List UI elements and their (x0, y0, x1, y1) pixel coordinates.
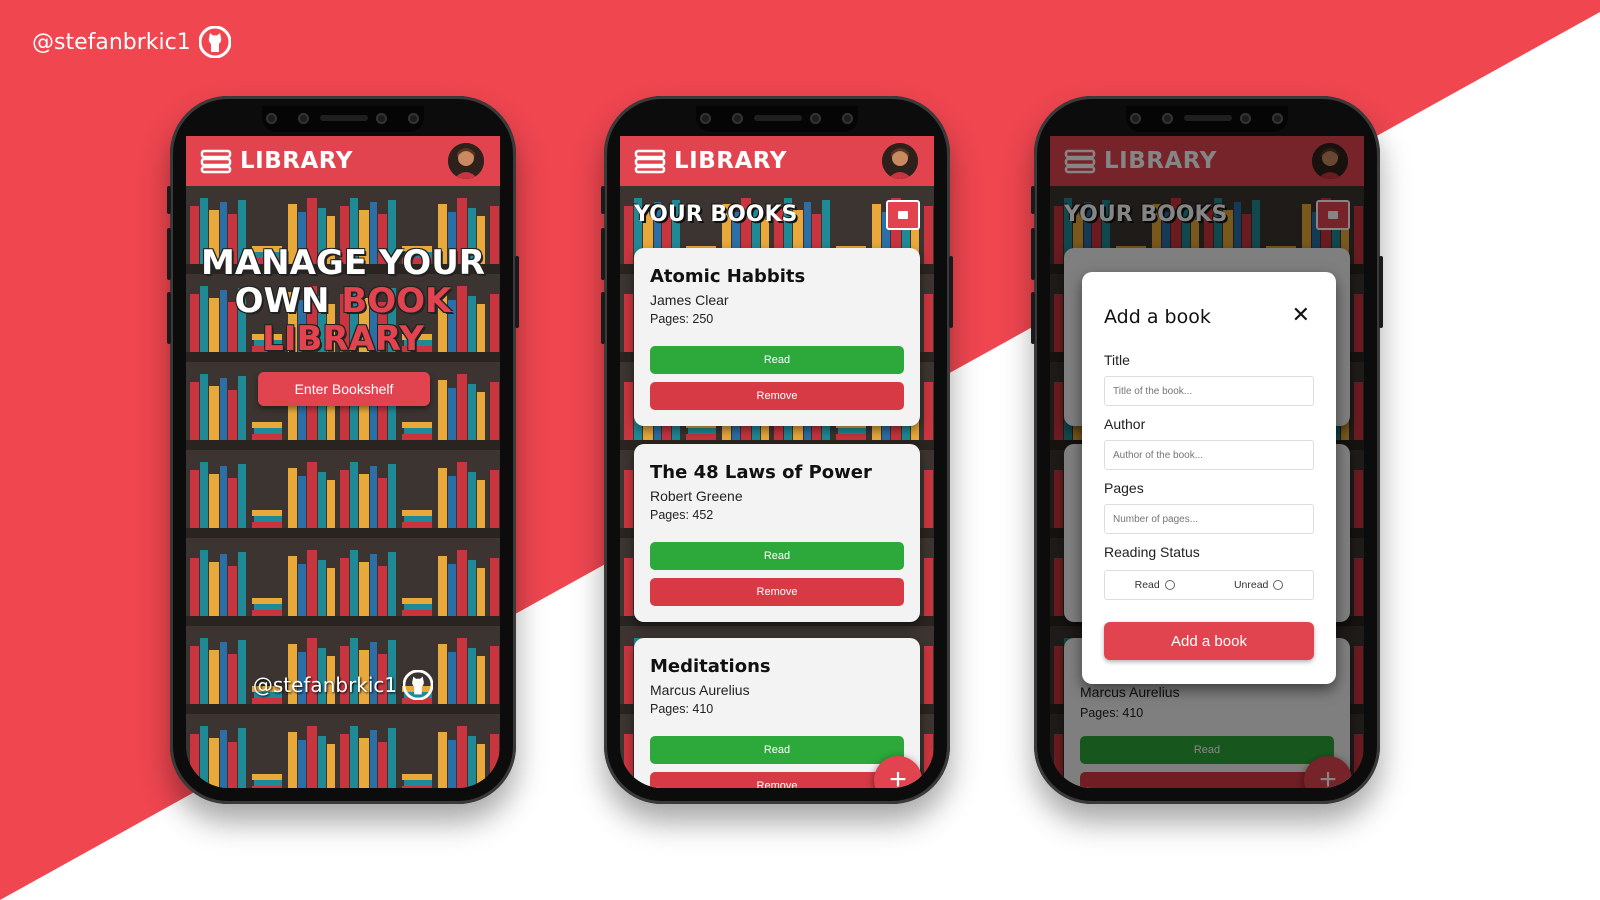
screen-author-handle[interactable]: @stefanbrkic1 (186, 670, 500, 700)
author-handle-text: @stefanbrkic1 (32, 29, 191, 55)
author-label: Author (1104, 416, 1146, 432)
front-sensor (810, 113, 821, 124)
book-card: Meditations Marcus Aurelius Pages: 410 R… (634, 638, 920, 788)
earpiece-speaker (754, 115, 802, 121)
book-icon-button[interactable] (886, 200, 920, 230)
author-handle: @stefanbrkic1 (32, 26, 231, 58)
add-book-modal: Add a book ✕ Title Author Pages Reading … (1082, 272, 1336, 684)
front-camera (732, 113, 743, 124)
volume-up-button (1031, 228, 1035, 280)
front-sensor (266, 113, 277, 124)
hero-line-2a: OWN (234, 281, 330, 321)
github-icon (403, 670, 434, 700)
app-logo[interactable]: LIBRARY (634, 148, 787, 174)
app-header: LIBRARY (620, 136, 934, 186)
front-sensor (1130, 113, 1141, 124)
volume-up-button (601, 228, 605, 280)
remove-button[interactable]: Remove (650, 578, 904, 606)
github-icon (198, 26, 231, 58)
reading-status-label: Reading Status (1104, 544, 1200, 560)
earpiece-speaker (320, 115, 368, 121)
unread-radio[interactable] (1273, 580, 1284, 591)
volume-up-button (167, 228, 171, 280)
book-pages: Pages: 250 (650, 312, 714, 326)
hero-line-2b: BOOK (341, 281, 452, 321)
book-pages: Pages: 410 (650, 702, 714, 716)
remove-button[interactable]: Remove (650, 382, 904, 410)
read-button[interactable]: Read (650, 736, 904, 764)
hero-line-2: OWN BOOK (186, 282, 500, 320)
status-read-option[interactable]: Read (1135, 579, 1175, 591)
books-stack-icon (200, 149, 232, 174)
close-icon[interactable]: ✕ (1292, 302, 1310, 328)
pages-input[interactable] (1104, 504, 1314, 534)
title-label: Title (1104, 352, 1130, 368)
app-logo-text: LIBRARY (240, 148, 353, 174)
hero-title: MANAGE YOUR OWN BOOK LIBRARY (186, 244, 500, 358)
phone-bookshelf: LIBRARY YOUR BOOKS Atomic Habbits James … (601, 96, 953, 804)
book-icon (898, 211, 908, 219)
screen-landing: LIBRARY MANAGE YOUR OWN BOOK LIBRARY Ent… (186, 136, 500, 788)
modal-title: Add a book (1104, 306, 1211, 328)
add-book-submit-button[interactable]: Add a book (1104, 622, 1314, 660)
front-sensor (842, 113, 853, 124)
avatar[interactable] (448, 143, 484, 179)
front-camera (1162, 113, 1173, 124)
enter-bookshelf-button[interactable]: Enter Bookshelf (258, 372, 430, 406)
read-radio[interactable] (1164, 580, 1175, 591)
mute-switch (601, 186, 605, 214)
front-sensor (1272, 113, 1283, 124)
book-title: Atomic Habbits (650, 266, 806, 287)
title-input[interactable] (1104, 376, 1314, 406)
book-author: Marcus Aurelius (650, 682, 750, 698)
screen-handle-text: @stefanbrkic1 (252, 673, 398, 697)
power-button (949, 256, 953, 328)
power-button (515, 256, 519, 328)
screen-add-book: LIBRARY YOUR BOOKS Marcus Aurelius Pages… (1050, 136, 1364, 788)
front-sensor (408, 113, 419, 124)
avatar-image (882, 143, 918, 179)
front-sensor (376, 113, 387, 124)
plus-icon: + (889, 763, 907, 788)
section-title: YOUR BOOKS (634, 202, 798, 227)
book-title: The 48 Laws of Power (650, 462, 872, 483)
app-logo[interactable]: LIBRARY (200, 148, 353, 174)
remove-button[interactable]: Remove (650, 772, 904, 788)
volume-down-button (601, 292, 605, 344)
app-header: LIBRARY (186, 136, 500, 186)
books-stack-icon (634, 149, 666, 174)
read-button[interactable]: Read (650, 346, 904, 374)
book-card: Atomic Habbits James Clear Pages: 250 Re… (634, 248, 920, 426)
phone-landing: LIBRARY MANAGE YOUR OWN BOOK LIBRARY Ent… (167, 96, 519, 804)
hero-line-1: MANAGE YOUR (201, 243, 485, 283)
front-sensor (1240, 113, 1251, 124)
app-logo-text: LIBRARY (674, 148, 787, 174)
phone-add-book: LIBRARY YOUR BOOKS Marcus Aurelius Pages… (1031, 96, 1383, 804)
front-camera (298, 113, 309, 124)
book-title: Meditations (650, 656, 771, 677)
status-read-label: Read (1134, 579, 1160, 591)
volume-down-button (167, 292, 171, 344)
status-unread-option[interactable]: Unread (1233, 579, 1284, 591)
avatar[interactable] (882, 143, 918, 179)
hero-line-3: LIBRARY (262, 319, 424, 359)
mute-switch (1031, 186, 1035, 214)
screen-bookshelf: LIBRARY YOUR BOOKS Atomic Habbits James … (620, 136, 934, 788)
reading-status-group: Read Unread (1104, 570, 1314, 600)
book-author: Robert Greene (650, 488, 743, 504)
volume-down-button (1031, 292, 1035, 344)
status-unread-label: Unread (1233, 579, 1269, 591)
power-button (1379, 256, 1383, 328)
read-button[interactable]: Read (650, 542, 904, 570)
book-pages: Pages: 452 (650, 508, 714, 522)
front-sensor (700, 113, 711, 124)
book-author: James Clear (650, 292, 729, 308)
mute-switch (167, 186, 171, 214)
avatar-image (448, 143, 484, 179)
earpiece-speaker (1184, 115, 1232, 121)
pages-label: Pages (1104, 480, 1144, 496)
author-input[interactable] (1104, 440, 1314, 470)
book-card: The 48 Laws of Power Robert Greene Pages… (634, 444, 920, 622)
